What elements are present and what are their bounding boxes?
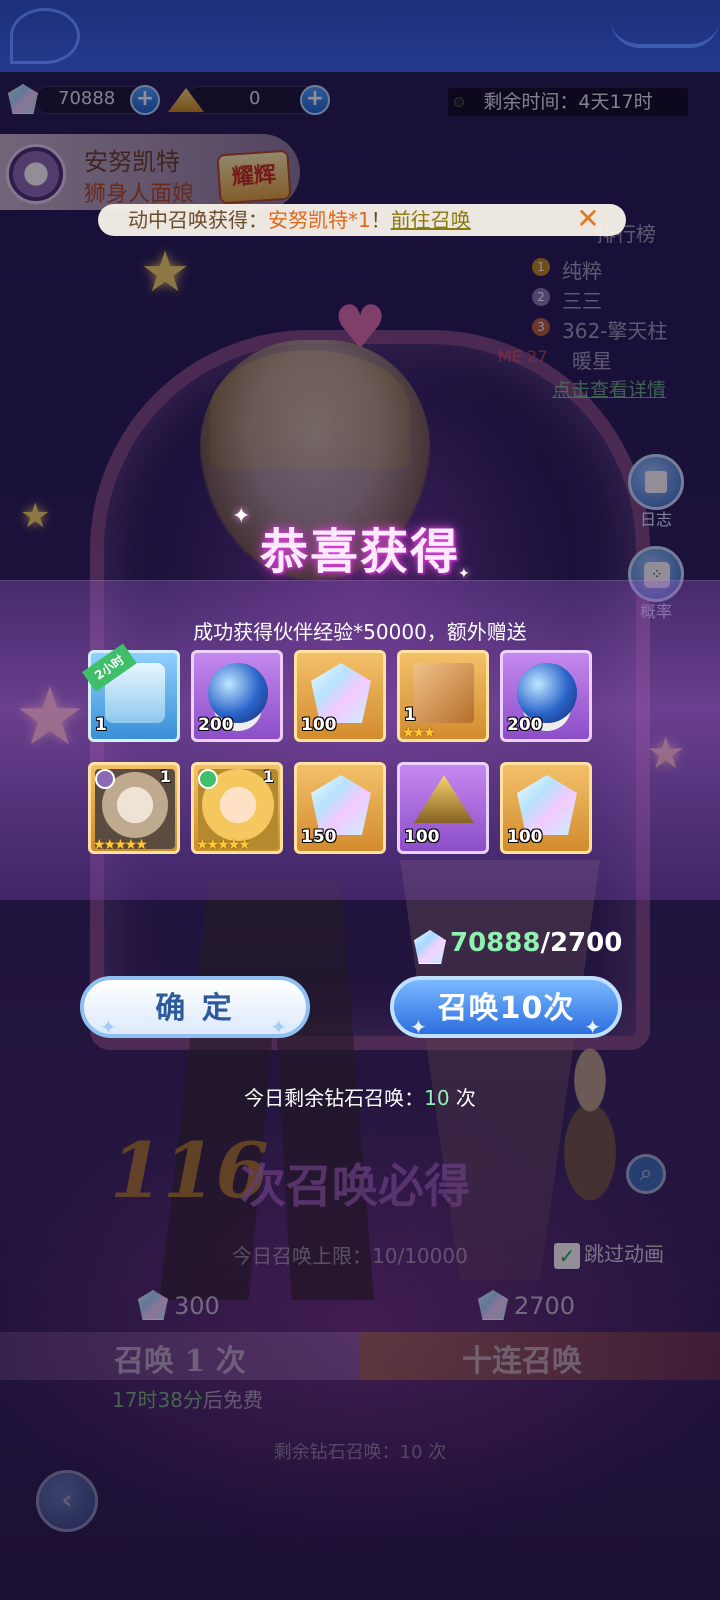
sparkle-icon: ✦ [458,566,470,582]
item-quantity: 1 [95,715,107,735]
sparkle-icon: ✦ [410,1015,428,1039]
sparkle-icon: ✦ [100,1015,120,1039]
swirl-deco-icon [610,18,720,48]
item-quantity: 100 [301,715,337,735]
reward-description: 成功获得伙伴经验*50000，额外赠送 [193,620,527,644]
notice-sep: ！ [370,208,391,232]
item-quantity: 1 [404,705,416,725]
item-quantity: 100 [404,827,440,847]
star-rating: ★★★★★ [196,837,251,853]
box-icon [414,663,474,723]
reward-title: 恭喜获得 [259,524,460,580]
item-quantity: 1 [262,767,274,786]
confirm-button[interactable]: ✦ 确 定 ✦ [80,976,310,1039]
sparkle-icon: ✦ [270,1015,290,1039]
reward-item-pyramid[interactable]: 100 [397,762,489,854]
confirm-label: 确 定 [155,991,235,1026]
item-quantity: 150 [301,827,337,847]
owned-diamonds: 70888 [450,928,541,958]
summon-cost: 70888/2700 [450,928,622,958]
gem-icon [517,775,577,835]
item-quantity: 200 [507,715,543,735]
orb-icon [517,663,577,723]
item-quantity: 1 [159,767,171,786]
reward-item-chest[interactable]: 2小时 1 [82,643,180,742]
reward-item-orb[interactable]: 200 [191,650,283,742]
reward-item-portrait-2[interactable]: 1 ★★★★★ [191,762,283,854]
star-rating: ★★★ [402,725,436,741]
reward-item-box[interactable]: 1 ★★★ [397,650,489,742]
wind-icon [198,769,218,789]
reward-item-gem[interactable]: 100 [500,762,592,854]
reward-item-gem[interactable]: 100 [294,650,386,742]
orb-icon [208,663,268,723]
summon-10-button[interactable]: ✦ 召唤10次 ✦ [390,976,622,1039]
notice-prefix: 动中召唤获得： [128,208,268,232]
reward-item-gem[interactable]: 150 [294,762,386,854]
summon-10-label: 召唤10次 [437,991,575,1026]
goto-summon-link[interactable]: 前往召唤 [391,208,471,232]
item-quantity: 200 [198,715,234,735]
moon-icon [95,769,115,789]
notice-hero: 安努凯特*1 [268,208,371,232]
sparkle-icon: ✦ [584,1015,602,1039]
daily-remaining-summons: 今日剩余钻石召唤：10 次 [244,1086,476,1110]
summon-notice-bar: 动中召唤获得：安努凯特*1！前往召唤 [98,204,626,236]
top-banner [0,0,720,72]
close-icon[interactable]: ✕ [572,204,604,236]
star-rating: ★★★★★ [93,837,148,853]
gem-icon [311,775,371,835]
heart-deco-icon [10,8,80,64]
required-diamonds: /2700 [540,928,623,958]
reward-item-orb[interactable]: 200 [500,650,592,742]
pyramid-icon [414,775,474,823]
gem-icon [311,663,371,723]
reward-item-portrait-1[interactable]: 1 ★★★★★ [88,762,180,854]
item-quantity: 100 [507,827,543,847]
sparkle-icon: ✦ [232,504,251,529]
